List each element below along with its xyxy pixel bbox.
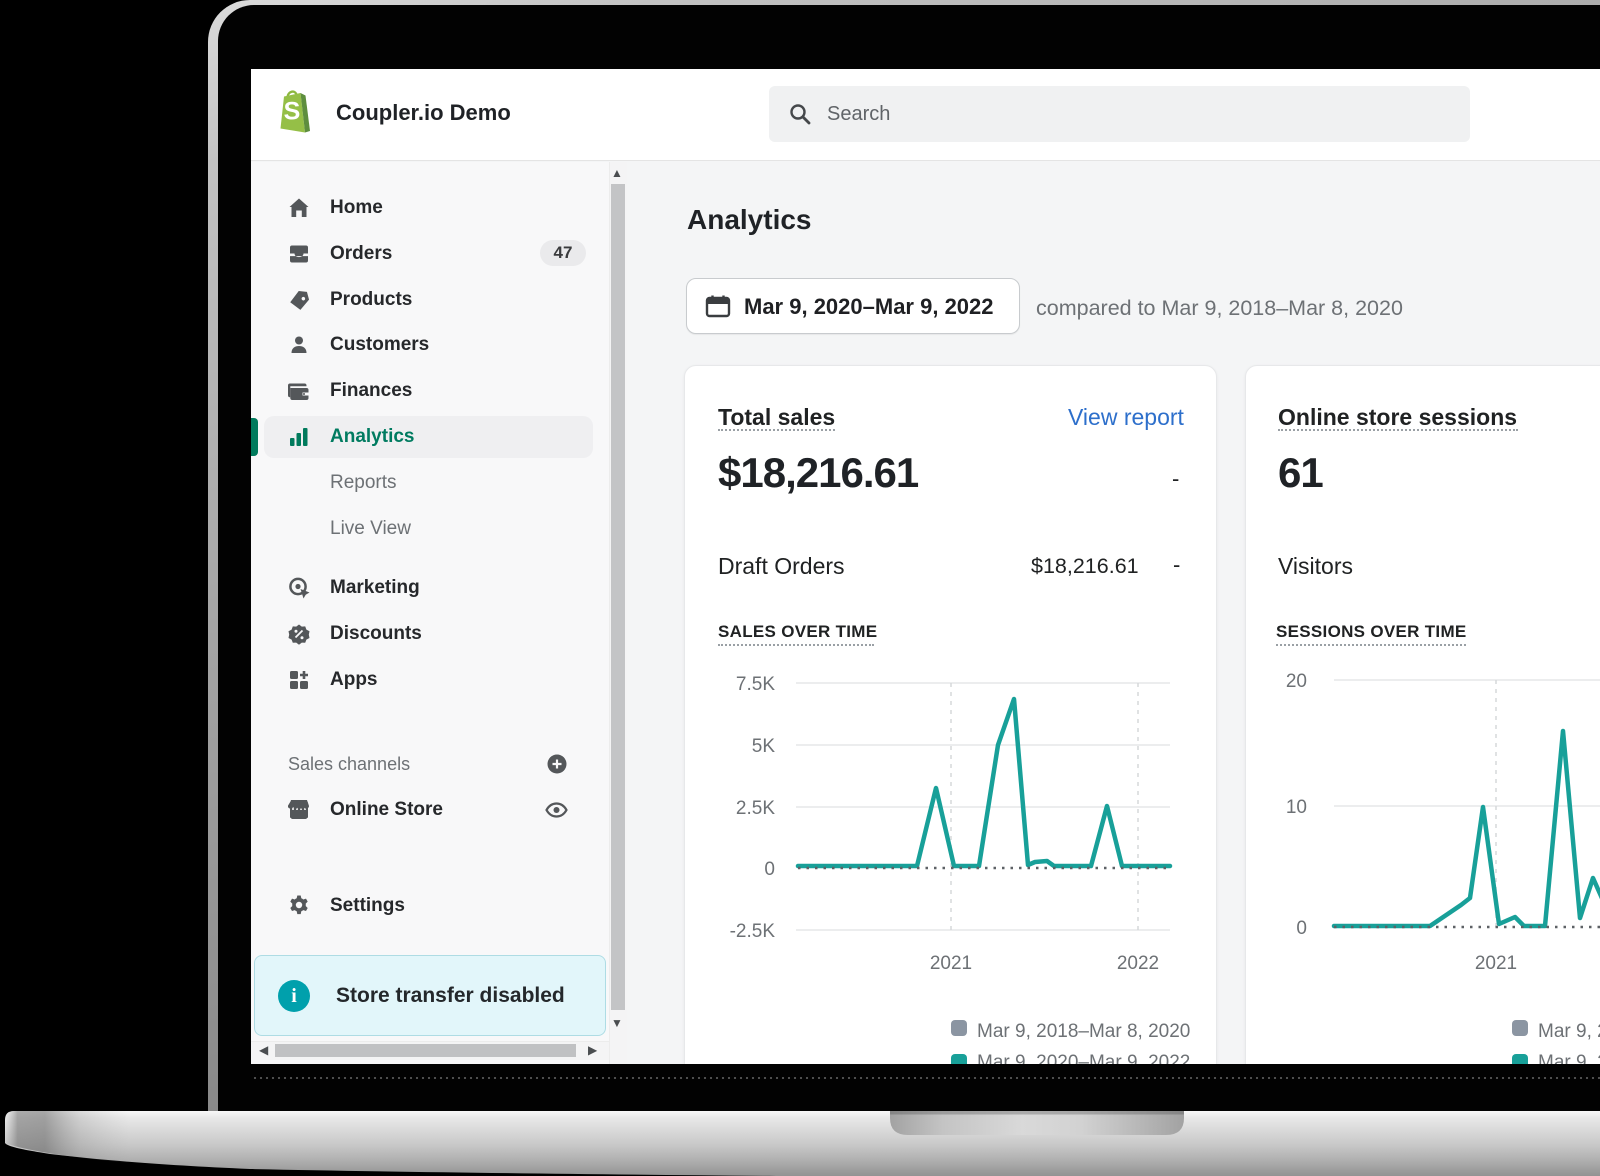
svg-text:5K: 5K <box>752 736 776 757</box>
svg-text:10: 10 <box>1286 797 1307 818</box>
svg-text:2021: 2021 <box>930 953 972 974</box>
svg-text:0: 0 <box>764 859 775 880</box>
svg-text:S: S <box>284 98 301 126</box>
svg-text:2021: 2021 <box>1475 953 1517 974</box>
svg-text:20: 20 <box>1286 671 1307 692</box>
svg-text:7.5K: 7.5K <box>736 674 775 695</box>
svg-text:0: 0 <box>1296 918 1307 939</box>
svg-text:-2.5K: -2.5K <box>730 921 776 942</box>
svg-text:2.5K: 2.5K <box>736 798 775 819</box>
svg-text:2022: 2022 <box>1117 953 1159 974</box>
